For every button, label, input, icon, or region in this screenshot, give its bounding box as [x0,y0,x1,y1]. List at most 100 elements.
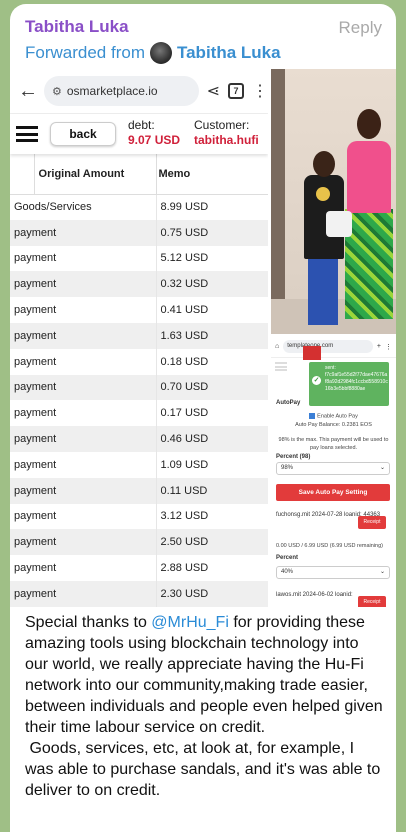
memo-cell: payment [14,304,57,317]
table-row: payment 0.11 USD [10,477,268,504]
chevron-down-icon: ⌄ [379,569,385,575]
percent-2-label: Percent [276,555,299,561]
amount-cell: 0.32 USD [155,271,268,298]
site-settings-icon: ⚙ [52,85,62,98]
enable-autopay-label: Enable Auto Pay [317,413,358,420]
percent-value: 98% [281,465,294,471]
customer-photo[interactable] [271,69,396,334]
amount-cell: 2.88 USD [155,555,268,581]
payments-table: Original Amount Memo Goods/Services 8.99 … [10,154,268,607]
autopay-balance: Auto Pay Balance: 0.2381 EOS [295,422,372,428]
forwarded-line[interactable]: Forwarded from Tabitha Luka [25,42,281,64]
loan-2-text: lawos.mit 2024-06-02 loanid: [276,592,353,598]
save-autopay-button: Save Auto Pay Setting [276,484,390,501]
amount-cell: 1.63 USD [155,322,268,349]
amount-cell: 2.50 USD [155,529,268,556]
more-menu-icon: ⋮ [252,83,268,100]
amount-cell: 8.99 USD [155,194,268,220]
table-row: payment 0.75 USD [10,219,268,246]
memo-cell: payment [14,355,57,368]
sandals-package [326,211,352,237]
amount-cell: 0.18 USD [155,348,268,375]
person-left-legs [308,257,338,325]
amount-cell: 0.11 USD [155,477,268,504]
table-row: payment 0.70 USD [10,374,268,401]
person-left-head [313,151,335,177]
photo-door [271,69,285,299]
autopay-url-bar: templateone.com [283,340,373,353]
app-header: back debt: 9.07 USD Customer: tabitha.hu… [10,114,268,154]
back-button: back [50,122,116,146]
autopay-note: 98% is the max. This payment will be use… [278,437,389,451]
message-text-after: for providing these amazing tools using … [25,614,383,799]
loan-1-remaining: 0.00 USD / 6.99 USD (6.99 USD remaining) [276,543,383,549]
amount-cell: 0.70 USD [155,374,268,401]
customer-label: Customer: [194,118,250,132]
loan-row-1: fuchonsg.mit 2024-07-28 loanid: 44363 Re… [276,512,390,536]
table-row: payment 1.09 USD [10,451,268,478]
autopay-menu-icon [275,362,287,371]
amount-cell: 2.30 USD [155,580,268,607]
debt-value: 9.07 USD [128,133,181,147]
autopay-more-icon: ⋮ [385,343,392,351]
amount-cell: 0.41 USD [155,297,268,323]
column-header-original-amount: Original Amount [34,154,157,195]
memo-cell: payment [10,271,156,298]
memo-cell: payment [14,252,57,265]
browser-bar: ← ⚙ osmarketplace.io ⋖ 7 ⋮ [10,69,268,114]
message-header: Tabitha Luka Reply Forwarded from Tabith… [25,14,382,64]
memo-cell: payment [14,407,57,420]
table-row: payment 1.63 USD [10,322,268,349]
table-row: payment 2.88 USD [10,555,268,581]
table-row: payment 0.17 USD [10,400,268,427]
url-text: osmarketplace.io [66,84,158,98]
memo-cell: payment [10,580,156,607]
column-header-memo: Memo [156,154,268,195]
percent-2-value: 40% [281,569,294,575]
message-text: Special thanks to @MrHu_Fi for providing… [25,612,385,801]
autopay-screenshot[interactable]: ⌂ templateone.com + ⋮ ✓ sent: f7c9af1e55… [271,336,396,607]
autopay-section-title: AutoPay [276,400,301,406]
person-right [347,141,391,213]
table-row: payment 0.18 USD [10,348,268,375]
url-bar: ⚙ osmarketplace.io [44,76,199,106]
receipt-button-1: Receipt [358,516,386,529]
sender-name[interactable]: Tabitha Luka [25,17,129,37]
table-row: payment 5.12 USD [10,245,268,272]
memo-cell: Goods/Services [14,201,92,214]
table-row: payment 0.46 USD [10,426,268,452]
forwarded-avatar [149,42,172,64]
autopay-browser-bar: ⌂ templateone.com + ⋮ [271,336,396,358]
customer-value: tabitha.hufi [194,133,259,147]
mention-link[interactable]: @MrHu_Fi [151,614,229,631]
table-row: payment 3.12 USD [10,503,268,530]
loan-row-2: lawos.mit 2024-06-02 loanid: Receipt [276,592,390,607]
table-row: Goods/Services 8.99 USD [10,194,268,220]
browser-back-icon: ← [18,79,38,102]
debt-screenshot[interactable]: ← ⚙ osmarketplace.io ⋖ 7 ⋮ back debt: 9.… [10,69,268,607]
debt-label: debt: [128,118,155,132]
receipt-button-2: Receipt [358,596,386,607]
forwarded-name[interactable]: Tabitha Luka [177,43,281,63]
person-right-skirt [345,209,393,319]
sent-toast: ✓ sent: f7c9af1e55d2f77dae47676a f8a92d2… [309,362,389,406]
table-header-spacer [10,154,35,195]
message-text-before: Special thanks to [25,614,152,631]
percent-label: Percent (98) [276,454,311,460]
amount-cell: 3.12 USD [155,503,268,530]
memo-cell: payment [10,219,156,246]
percent-2-select: 40% ⌄ [276,566,390,579]
memo-cell: payment [10,374,156,401]
enable-autopay-row: Enable Auto Pay [276,413,391,419]
memo-cell: payment [14,510,57,523]
amount-cell: 0.46 USD [155,426,268,452]
memo-cell: payment [10,426,156,452]
enable-autopay-checkbox [309,413,316,419]
percent-select: 98% ⌄ [276,462,390,475]
memo-cell: payment [10,529,156,556]
table-row: payment 2.50 USD [10,529,268,556]
toast-text: sent: f7c9af1e55d2f77dae47676a f8a92d298… [325,365,388,392]
reply-button[interactable]: Reply [339,18,382,38]
autopay-red-badge [303,346,321,360]
table-row: payment 0.41 USD [10,297,268,323]
